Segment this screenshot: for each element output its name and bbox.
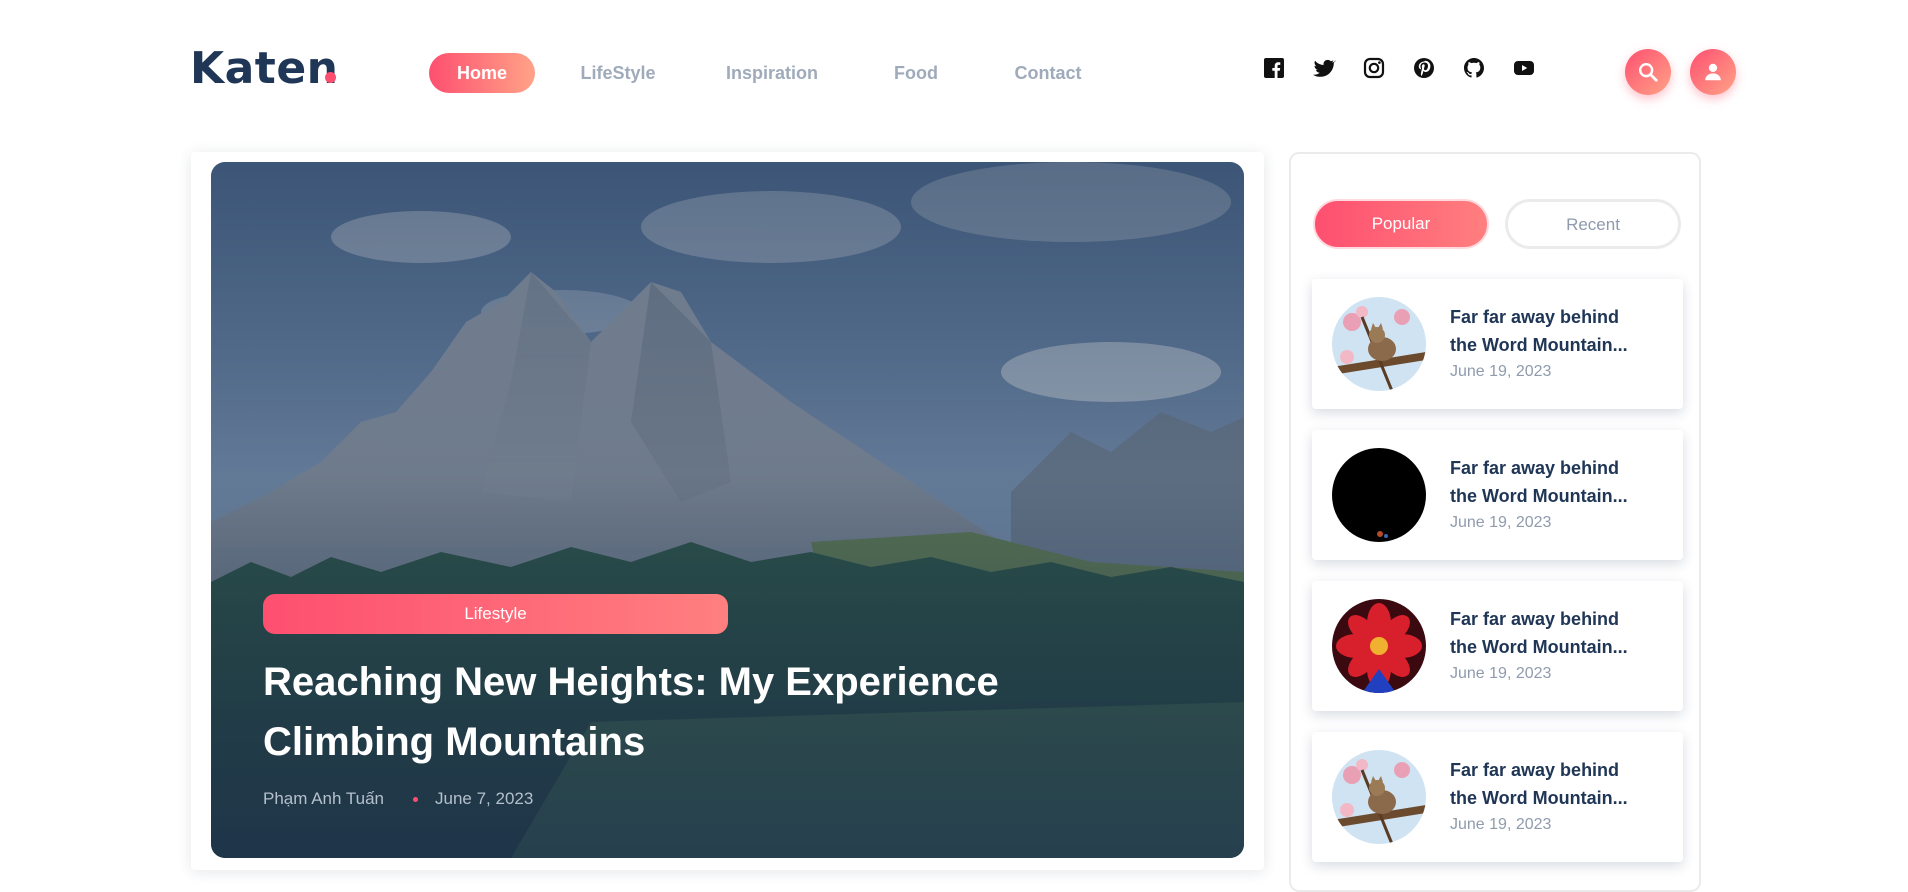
meta-separator-dot	[413, 797, 418, 802]
post-date: June 19, 2023	[1450, 363, 1552, 380]
post-title[interactable]: Far far away behind the Word Mountain...	[1450, 605, 1650, 661]
list-item[interactable]: Far far away behind the Word Mountain...…	[1312, 581, 1683, 711]
list-item[interactable]: Far far away behind the Word Mountain...…	[1312, 279, 1683, 409]
post-title[interactable]: Far far away behind the Word Mountain...	[1450, 756, 1650, 812]
post-date: June 19, 2023	[1450, 816, 1552, 833]
featured-post-card[interactable]: Lifestyle Reaching New Heights: My Exper…	[191, 152, 1264, 870]
post-thumbnail[interactable]	[1332, 750, 1426, 844]
user-button[interactable]	[1690, 49, 1736, 95]
pinterest-icon[interactable]	[1412, 56, 1436, 80]
cat-in-tree-image	[1332, 750, 1426, 844]
author-name[interactable]: Phạm Anh Tuấn	[263, 787, 384, 811]
dark-image	[1332, 448, 1426, 542]
site-logo[interactable]: Katen	[190, 44, 339, 94]
nav-food[interactable]: Food	[889, 53, 943, 93]
post-thumbnail[interactable]	[1332, 599, 1426, 693]
post-thumbnail[interactable]	[1332, 297, 1426, 391]
list-item[interactable]: Far far away behind the Word Mountain...…	[1312, 732, 1683, 862]
twitter-icon[interactable]	[1312, 56, 1336, 80]
list-item[interactable]: Far far away behind the Word Mountain...…	[1312, 430, 1683, 560]
github-icon[interactable]	[1462, 56, 1486, 80]
featured-title[interactable]: Reaching New Heights: My Experience Clim…	[263, 652, 1163, 772]
post-thumbnail[interactable]	[1332, 448, 1426, 542]
cat-in-tree-image	[1332, 297, 1426, 391]
featured-image[interactable]: Lifestyle Reaching New Heights: My Exper…	[211, 162, 1244, 858]
sidebar-widget: Popular Recent Far far away behind the W…	[1289, 152, 1701, 892]
tab-recent[interactable]: Recent	[1505, 199, 1681, 249]
site-header: Katen Home LifeStyle Inspiration Food Co…	[0, 0, 1908, 140]
post-title[interactable]: Far far away behind the Word Mountain...	[1450, 454, 1650, 510]
red-flower-image	[1332, 599, 1426, 693]
logo-dot	[325, 72, 336, 83]
post-date: June 19, 2023	[1450, 665, 1552, 682]
youtube-icon[interactable]	[1512, 56, 1536, 80]
user-icon	[1705, 63, 1721, 81]
search-button[interactable]	[1625, 49, 1671, 95]
nav-inspiration[interactable]: Inspiration	[723, 53, 821, 93]
facebook-icon[interactable]	[1262, 56, 1286, 80]
post-date: June 19, 2023	[1450, 514, 1552, 531]
post-title[interactable]: Far far away behind the Word Mountain...	[1450, 303, 1650, 359]
nav-home[interactable]: Home	[429, 53, 535, 93]
nav-lifestyle[interactable]: LifeStyle	[575, 53, 661, 93]
search-icon	[1639, 63, 1658, 82]
category-badge[interactable]: Lifestyle	[263, 594, 728, 634]
post-date: June 7, 2023	[435, 789, 534, 808]
tab-popular[interactable]: Popular	[1313, 199, 1489, 249]
instagram-icon[interactable]	[1362, 56, 1386, 80]
nav-contact[interactable]: Contact	[1008, 53, 1088, 93]
